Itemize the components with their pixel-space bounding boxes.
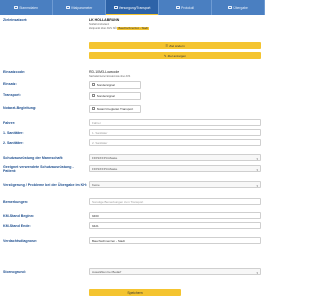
schutz-mannschaft-label: Schutzausrüstung der Mannschaft:	[3, 156, 64, 160]
edit-icon: ✎	[163, 53, 167, 58]
einsatz-sondersignal-checkbox[interactable]: Sondersignal	[89, 80, 141, 90]
schutz-patient-select[interactable]: FFP2/FFP3-Maske ▾	[89, 165, 261, 172]
select-value: FFP2/FFP3-Maske	[92, 166, 118, 171]
select-value: Keine	[92, 182, 100, 187]
select-value: Auswählen bei Bedarf	[92, 269, 122, 274]
km-beginn-label: KM-Stand Beginn:	[3, 214, 35, 218]
destination-diagnosis-tag: Bauchschmerzen - Stadt	[117, 26, 149, 30]
einsatzcode-hint: Nachalarmierter Einsatzcode über AVS	[89, 74, 131, 78]
fahrer-input[interactable]: Fahrer	[89, 119, 261, 126]
change-destination-label: Ziel ändern	[169, 43, 185, 48]
tab-label: Versorgung/Transport	[118, 5, 151, 10]
destination-line2: Notfall Ambulanz	[89, 22, 110, 26]
show-destination-label: Ziel anzeigen	[167, 53, 187, 58]
sanitaeter2-label: 2. Sanitäter:	[3, 141, 24, 145]
handover-icon	[228, 6, 233, 9]
ambulance-icon	[113, 6, 118, 9]
bemerkungen-input[interactable]: Sonstige Bemerkungen zum Transport	[89, 198, 261, 205]
sanitaeter2-input[interactable]: 2. Sanitäter	[89, 139, 261, 146]
verdachtsdiagnose-input[interactable]: Bauchschmerzen - Stadt	[89, 237, 261, 244]
fahrer-label: Fahrer:	[3, 121, 16, 125]
heart-icon	[65, 6, 70, 9]
change-destination-button[interactable]: ☰ Ziel ändern	[89, 42, 261, 49]
km-beginn-input[interactable]: 9460	[89, 212, 261, 219]
sanitaeter1-label: 1. Sanitäter:	[3, 131, 24, 135]
tab-label: Vitalparameter	[70, 5, 93, 10]
tab-bar: Stammdaten Vitalparameter Versorgung/Tra…	[0, 0, 265, 15]
sanitaeter1-input[interactable]: 1. Sanitäter	[89, 129, 261, 136]
destination-name: LK HOLLABRUNN	[89, 18, 120, 22]
einsatzcode-label: Einsatzcode:	[3, 70, 26, 74]
transport-sondersignal-checkbox[interactable]: Sondersignal	[89, 91, 141, 101]
chevron-down-icon: ▾	[256, 156, 258, 161]
tab-protokoll[interactable]: Protokoll	[159, 0, 212, 15]
storno-select[interactable]: Auswählen bei Bedarf ▾	[89, 268, 261, 275]
schutz-patient-label: Geeignet verwendete Schutzausrüstung - P…	[3, 165, 74, 174]
verzoegerung-select[interactable]: Keine ▾	[89, 181, 261, 188]
km-ende-label: KM-Stand Ende:	[3, 224, 31, 228]
schutz-mannschaft-select[interactable]: FFP2/FFP3-Maske ▾	[89, 154, 261, 161]
document-icon	[175, 6, 180, 9]
einsatz-label: Einsatz:	[3, 82, 17, 86]
chevron-down-icon: ▾	[256, 183, 258, 188]
list-icon: ☰	[165, 43, 169, 48]
checkbox-box	[92, 83, 96, 87]
chevron-down-icon: ▾	[256, 270, 258, 275]
verzoegerung-label: Verzögerung / Probleme bei der Übergabe …	[3, 183, 88, 187]
verdachtsdiagnose-label: Verdachtsdiagnose:	[3, 239, 38, 243]
tab-stammdaten[interactable]: Stammdaten	[0, 0, 53, 15]
chevron-down-icon: ▾	[256, 167, 258, 172]
tab-label: Übergabe	[233, 5, 248, 10]
tab-label: Protokoll	[181, 5, 194, 10]
destination-label: Zieleinsatzort:	[3, 18, 28, 22]
km-ende-input[interactable]: 9421	[89, 222, 261, 229]
notarzt-option-label: Notarzt begleitet Transport	[96, 106, 134, 111]
tab-uebergabe[interactable]: Übergabe	[212, 0, 265, 15]
tab-versorgung-transport[interactable]: Versorgung/Transport	[106, 0, 159, 15]
tab-label: Stammdaten	[19, 5, 38, 10]
transport-option-label: Sondersignal	[96, 93, 115, 98]
destination-line3-row: Zeitpunkt über AVS NÖ Bauchschmerzen - S…	[89, 26, 149, 30]
select-value: FFP2/FFP3-Maske	[92, 155, 118, 160]
einsatzcode-value: RD-10M3-Lowcode	[89, 70, 120, 74]
destination-line3: Zeitpunkt über AVS NÖ	[89, 26, 117, 30]
einsatz-option-label: Sondersignal	[96, 82, 115, 87]
bemerkungen-label: Bemerkungen:	[3, 200, 29, 204]
transport-label: Transport:	[3, 93, 21, 97]
notarzt-checkbox[interactable]: Notarzt begleitet Transport	[89, 104, 141, 114]
folder-icon	[14, 6, 19, 9]
checkbox-box	[92, 94, 96, 98]
show-destination-button[interactable]: ✎ Ziel anzeigen	[89, 52, 261, 59]
checkbox-box	[92, 107, 96, 111]
tab-vitalparameter[interactable]: Vitalparameter	[53, 0, 106, 15]
storno-label: Stornogrund:	[3, 270, 26, 274]
notarzt-label: Notarzt-Begleitung:	[3, 106, 37, 110]
save-button[interactable]: Speichern	[89, 289, 181, 296]
